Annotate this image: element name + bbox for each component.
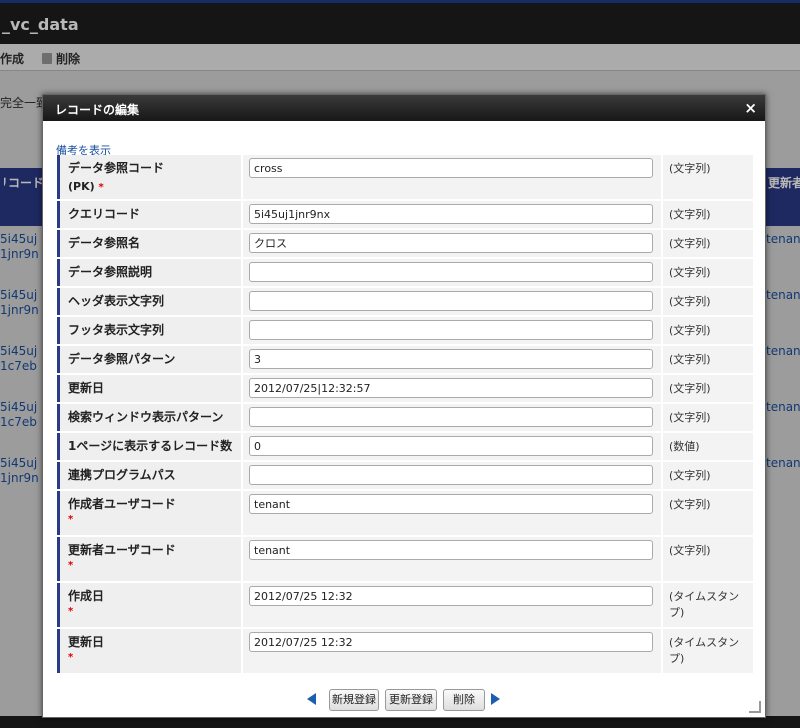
field-row-created-date: 作成日* (タイムスタンプ) (57, 583, 753, 627)
field-value-cell (243, 155, 661, 199)
field-type: (文字列) (663, 404, 753, 431)
footer-text-input[interactable] (249, 320, 653, 340)
header-text-input[interactable] (249, 291, 653, 311)
required-mark: * (68, 514, 74, 525)
field-row-ref-description: データ参照説明 (文字列) (57, 259, 753, 286)
field-value-cell (243, 629, 661, 673)
field-row-ref-name: データ参照名 (文字列) (57, 230, 753, 257)
field-type: (文字列) (663, 317, 753, 344)
dialog-header[interactable]: レコードの編集 × (43, 95, 765, 121)
creator-code-input[interactable] (249, 494, 653, 514)
field-row-updated-timestamp: 更新日* (タイムスタンプ) (57, 629, 753, 673)
updater-code-input[interactable] (249, 540, 653, 560)
field-type: (文字列) (663, 462, 753, 489)
ref-pattern-input[interactable] (249, 349, 653, 369)
field-label: ヘッダ表示文字列 (57, 288, 241, 315)
field-value-cell (243, 230, 661, 257)
field-value-cell (243, 259, 661, 286)
field-type: (文字列) (663, 537, 753, 581)
field-type: (文字列) (663, 375, 753, 402)
required-mark: * (98, 182, 104, 193)
field-value-cell (243, 462, 661, 489)
field-label: クエリコード (57, 201, 241, 228)
required-mark: * (68, 560, 74, 571)
field-row-creator-code: 作成者ユーザコード* (文字列) (57, 491, 753, 535)
ref-name-input[interactable] (249, 233, 653, 253)
field-value-cell (243, 583, 661, 627)
field-row-search-window-pattern: 検索ウィンドウ表示パターン (文字列) (57, 404, 753, 431)
field-label: 1ページに表示するレコード数 (57, 433, 241, 460)
field-label: 更新日 (57, 375, 241, 402)
dialog-footer: 新規登録 更新登録 削除 (43, 687, 765, 715)
next-arrow-icon[interactable] (491, 693, 500, 705)
updated-timestamp-input[interactable] (249, 632, 653, 652)
new-register-button[interactable]: 新規登録 (329, 689, 379, 711)
field-value-cell (243, 317, 661, 344)
update-register-button[interactable]: 更新登録 (385, 689, 437, 711)
field-row-ref-pattern: データ参照パターン (文字列) (57, 346, 753, 373)
field-label: 更新日 * (57, 629, 241, 673)
field-type: (文字列) (663, 346, 753, 373)
field-value-cell (243, 201, 661, 228)
field-value-cell (243, 375, 661, 402)
field-label: 連携プログラムパス (57, 462, 241, 489)
field-type: (タイムスタンプ) (663, 583, 753, 627)
field-type: (文字列) (663, 259, 753, 286)
field-type: (数値) (663, 433, 753, 460)
required-mark: * (68, 606, 74, 617)
record-form: データ参照コード(PK) * (文字列) クエリコード (文字列) データ参照名… (57, 155, 753, 675)
field-value-cell (243, 346, 661, 373)
field-row-header-text: ヘッダ表示文字列 (文字列) (57, 288, 753, 315)
field-label: 検索ウィンドウ表示パターン (57, 404, 241, 431)
resize-grip-icon[interactable] (749, 701, 761, 713)
field-row-records-per-page: 1ページに表示するレコード数 (数値) (57, 433, 753, 460)
field-label: データ参照説明 (57, 259, 241, 286)
created-date-input[interactable] (249, 586, 653, 606)
field-row-updated-date: 更新日 (文字列) (57, 375, 753, 402)
program-path-input[interactable] (249, 465, 653, 485)
field-type: (文字列) (663, 491, 753, 535)
field-value-cell (243, 404, 661, 431)
edit-record-dialog: レコードの編集 × 備考を表示 データ参照コード(PK) * (文字列) クエリ… (42, 94, 766, 718)
close-icon[interactable]: × (744, 99, 757, 117)
field-label: データ参照パターン (57, 346, 241, 373)
field-label: 更新者ユーザコード * (57, 537, 241, 581)
ref-code-input[interactable] (249, 158, 653, 178)
field-type: (文字列) (663, 155, 753, 199)
field-row-query-code: クエリコード (文字列) (57, 201, 753, 228)
previous-arrow-icon[interactable] (307, 693, 316, 705)
field-row-ref-code: データ参照コード(PK) * (文字列) (57, 155, 753, 199)
field-label: フッタ表示文字列 (57, 317, 241, 344)
records-per-page-input[interactable] (249, 436, 653, 456)
field-value-cell (243, 537, 661, 581)
field-row-program-path: 連携プログラムパス (文字列) (57, 462, 753, 489)
field-value-cell (243, 288, 661, 315)
ref-description-input[interactable] (249, 262, 653, 282)
field-label: データ参照コード (PK) * (57, 155, 241, 199)
field-row-updater-code: 更新者ユーザコード* (文字列) (57, 537, 753, 581)
dialog-title: レコードの編集 (55, 103, 140, 117)
field-type: (タイムスタンプ) (663, 629, 753, 673)
field-label: 作成日 * (57, 583, 241, 627)
search-window-pattern-input[interactable] (249, 407, 653, 427)
field-type: (文字列) (663, 201, 753, 228)
field-type: (文字列) (663, 230, 753, 257)
field-label: データ参照名 (57, 230, 241, 257)
field-label: 作成者ユーザコード * (57, 491, 241, 535)
field-type: (文字列) (663, 288, 753, 315)
field-row-footer-text: フッタ表示文字列 (文字列) (57, 317, 753, 344)
field-value-cell (243, 491, 661, 535)
field-value-cell (243, 433, 661, 460)
query-code-input[interactable] (249, 204, 653, 224)
delete-record-button[interactable]: 削除 (443, 689, 485, 711)
updated-date-input[interactable] (249, 378, 653, 398)
required-mark: * (68, 652, 74, 663)
